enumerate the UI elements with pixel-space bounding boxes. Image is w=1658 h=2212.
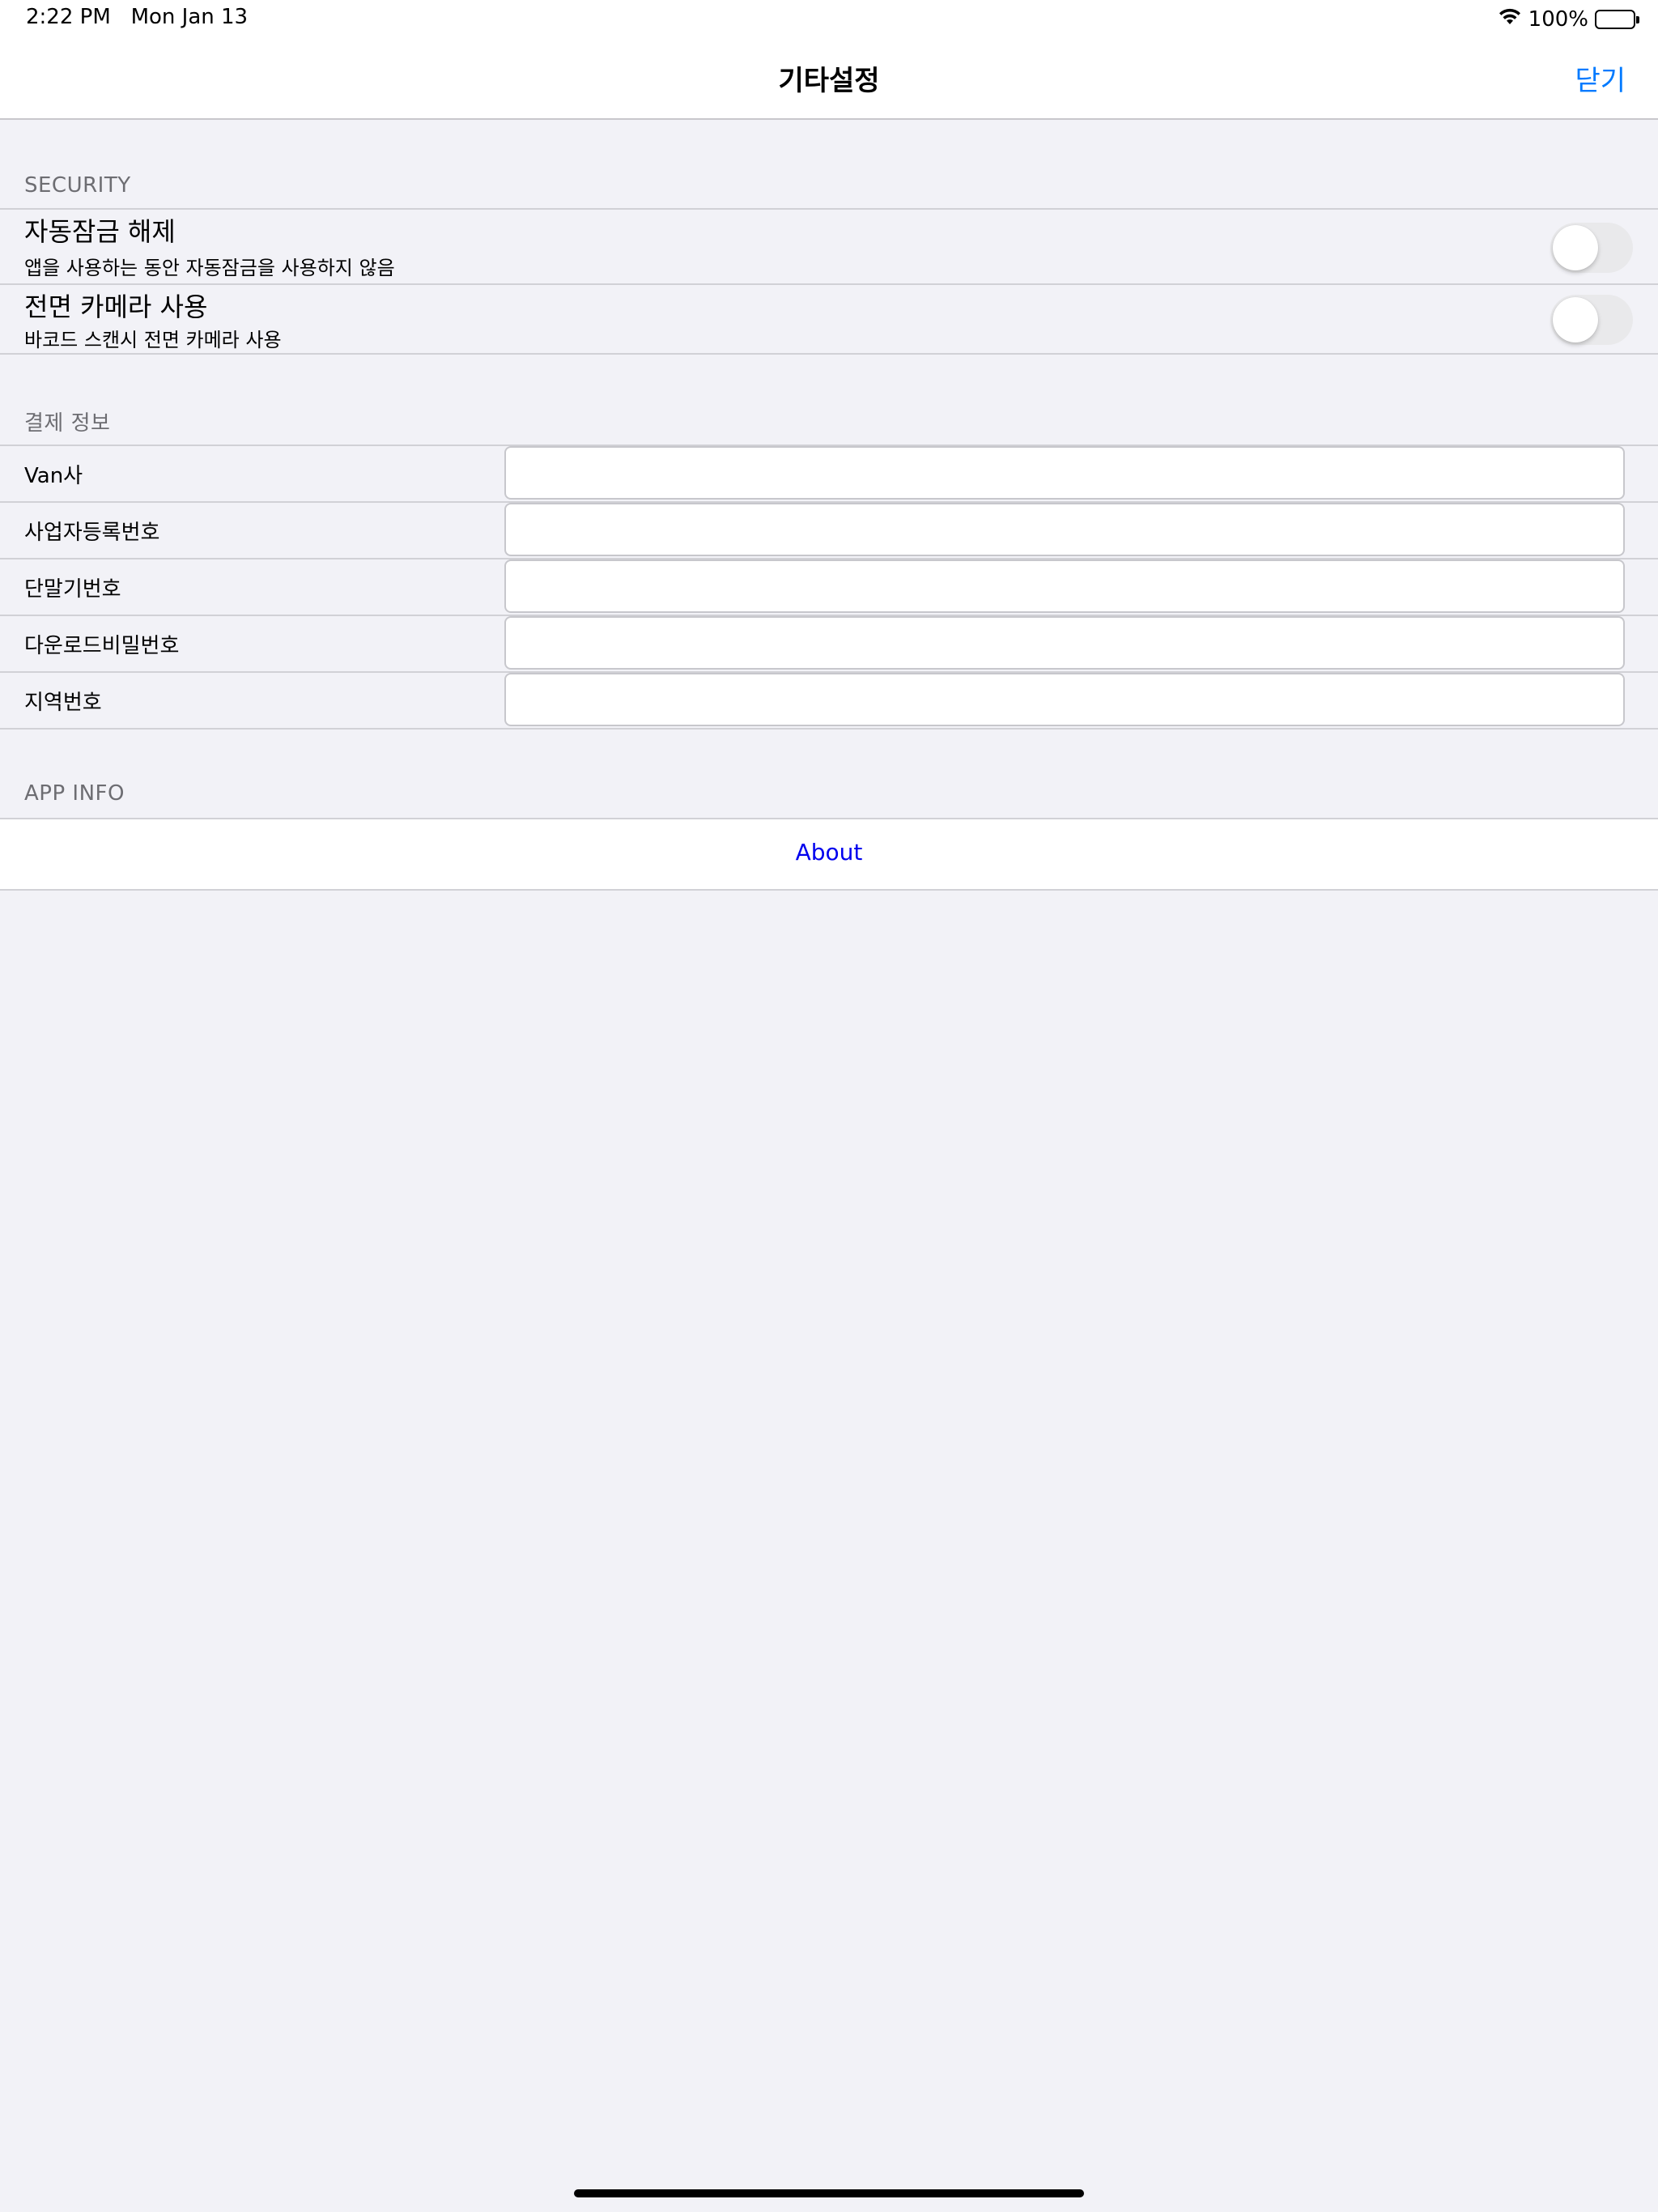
about-label: About — [795, 839, 863, 866]
field-row-business-number: 사업자등록번호 — [0, 503, 1658, 559]
front-camera-switch[interactable] — [1550, 295, 1633, 345]
toggle-title: 전면 카메라 사용 — [24, 291, 208, 322]
status-time-text: 2:22 PM — [26, 5, 111, 29]
battery-percent: 100% — [1528, 7, 1588, 32]
field-row-area-code: 지역번호 — [0, 673, 1658, 730]
section-header-security: SECURITY — [24, 173, 131, 198]
area-code-input[interactable] — [504, 673, 1625, 726]
switch-knob — [1553, 297, 1598, 342]
field-label: 단말기번호 — [24, 577, 121, 602]
home-indicator — [574, 2189, 1084, 2197]
field-row-van: Van사 — [0, 446, 1658, 503]
toggle-subtitle: 바코드 스캔시 전면 카메라 사용 — [24, 329, 282, 351]
wifi-icon — [1498, 7, 1522, 32]
payment-section: Van사 사업자등록번호 단말기번호 다운로드비밀번호 지역번호 — [0, 445, 1658, 730]
field-label: 지역번호 — [24, 691, 102, 715]
field-label: 사업자등록번호 — [24, 521, 160, 545]
terminal-number-input[interactable] — [504, 559, 1625, 613]
van-input[interactable] — [504, 446, 1625, 500]
toggle-row-front-camera: 전면 카메라 사용 바코드 스캔시 전면 카메라 사용 — [0, 285, 1658, 353]
status-time: 2:22 PM Mon Jan 13 — [26, 5, 248, 29]
status-right: 100% — [1498, 5, 1639, 34]
toggle-subtitle: 앱을 사용하는 동안 자동잠금을 사용하지 않음 — [24, 257, 395, 279]
field-row-download-password: 다운로드비밀번호 — [0, 616, 1658, 673]
about-button[interactable]: About — [0, 818, 1658, 891]
section-header-app-info: APP INFO — [24, 781, 125, 806]
field-label: 다운로드비밀번호 — [24, 634, 180, 658]
navigation-bar: 기타설정 닫기 — [0, 39, 1658, 120]
section-header-payment: 결제 정보 — [24, 411, 111, 436]
field-row-terminal-number: 단말기번호 — [0, 559, 1658, 616]
switch-knob — [1553, 225, 1598, 270]
toggle-title: 자동잠금 해제 — [24, 216, 176, 247]
battery-icon — [1595, 10, 1639, 29]
page-title: 기타설정 — [778, 65, 880, 97]
auto-lock-switch[interactable] — [1550, 223, 1633, 273]
download-password-input[interactable] — [504, 616, 1625, 670]
status-bar: 2:22 PM Mon Jan 13 100% — [0, 0, 1658, 39]
business-number-input[interactable] — [504, 503, 1625, 556]
toggle-row-auto-lock: 자동잠금 해제 앱을 사용하는 동안 자동잠금을 사용하지 않음 — [0, 210, 1658, 285]
security-section: 자동잠금 해제 앱을 사용하는 동안 자동잠금을 사용하지 않음 전면 카메라 … — [0, 208, 1658, 355]
close-button[interactable]: 닫기 — [1575, 58, 1626, 98]
field-label: Van사 — [24, 464, 83, 488]
status-date-text: Mon Jan 13 — [130, 5, 249, 29]
